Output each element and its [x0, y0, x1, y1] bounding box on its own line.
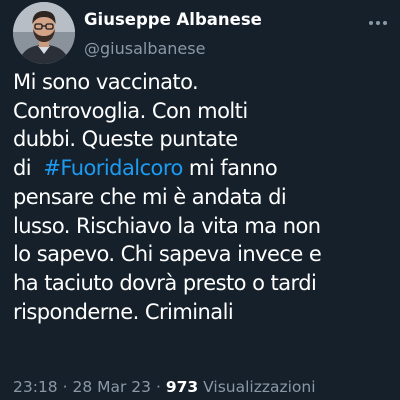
views-label: Visualizzazioni [203, 378, 316, 396]
tweet-line-text: di [13, 156, 44, 181]
tweet: Giuseppe Albanese @giusalbanese Mi sono … [0, 0, 400, 400]
more-horizontal-icon[interactable] [366, 12, 390, 34]
author-display-name[interactable]: Giuseppe Albanese [84, 10, 262, 30]
tweet-line: lusso. Rischiavo la vita ma non [13, 213, 321, 238]
author-info: Giuseppe Albanese @giusalbanese [84, 10, 262, 59]
tweet-line: ha taciuto dovrà presto o tardi [13, 270, 317, 295]
tweet-line: pensare che mi è andata di [13, 184, 287, 209]
tweet-date[interactable]: 28 Mar 23 [72, 378, 151, 396]
user-avatar-icon [13, 2, 75, 64]
views-count: 973 [165, 378, 199, 396]
author-handle[interactable]: @giusalbanese [84, 39, 262, 59]
tweet-line: di #Fuoridalcoro mi fanno [13, 154, 398, 183]
tweet-line: Controvoglia. Con molti [13, 98, 248, 123]
meta-separator: · [62, 378, 68, 396]
tweet-line: risponderne. Criminali [13, 299, 234, 324]
tweet-line: dubbi. Queste puntate [13, 127, 238, 152]
tweet-meta: 23:18 · 28 Mar 23 · 973 Visualizzazioni [13, 377, 316, 397]
avatar[interactable] [13, 2, 75, 64]
tweet-time[interactable]: 23:18 [13, 378, 58, 396]
tweet-line: lo sapevo. Chi sapeva invece e [13, 242, 322, 267]
meta-separator: · [155, 378, 161, 396]
tweet-line: Mi sono vaccinato. [13, 70, 199, 94]
tweet-line-text: mi fanno [182, 156, 278, 181]
hashtag-link[interactable]: #Fuoridalcoro [43, 156, 183, 180]
tweet-text: Mi sono vaccinato. Controvoglia. Con mol… [13, 68, 398, 326]
